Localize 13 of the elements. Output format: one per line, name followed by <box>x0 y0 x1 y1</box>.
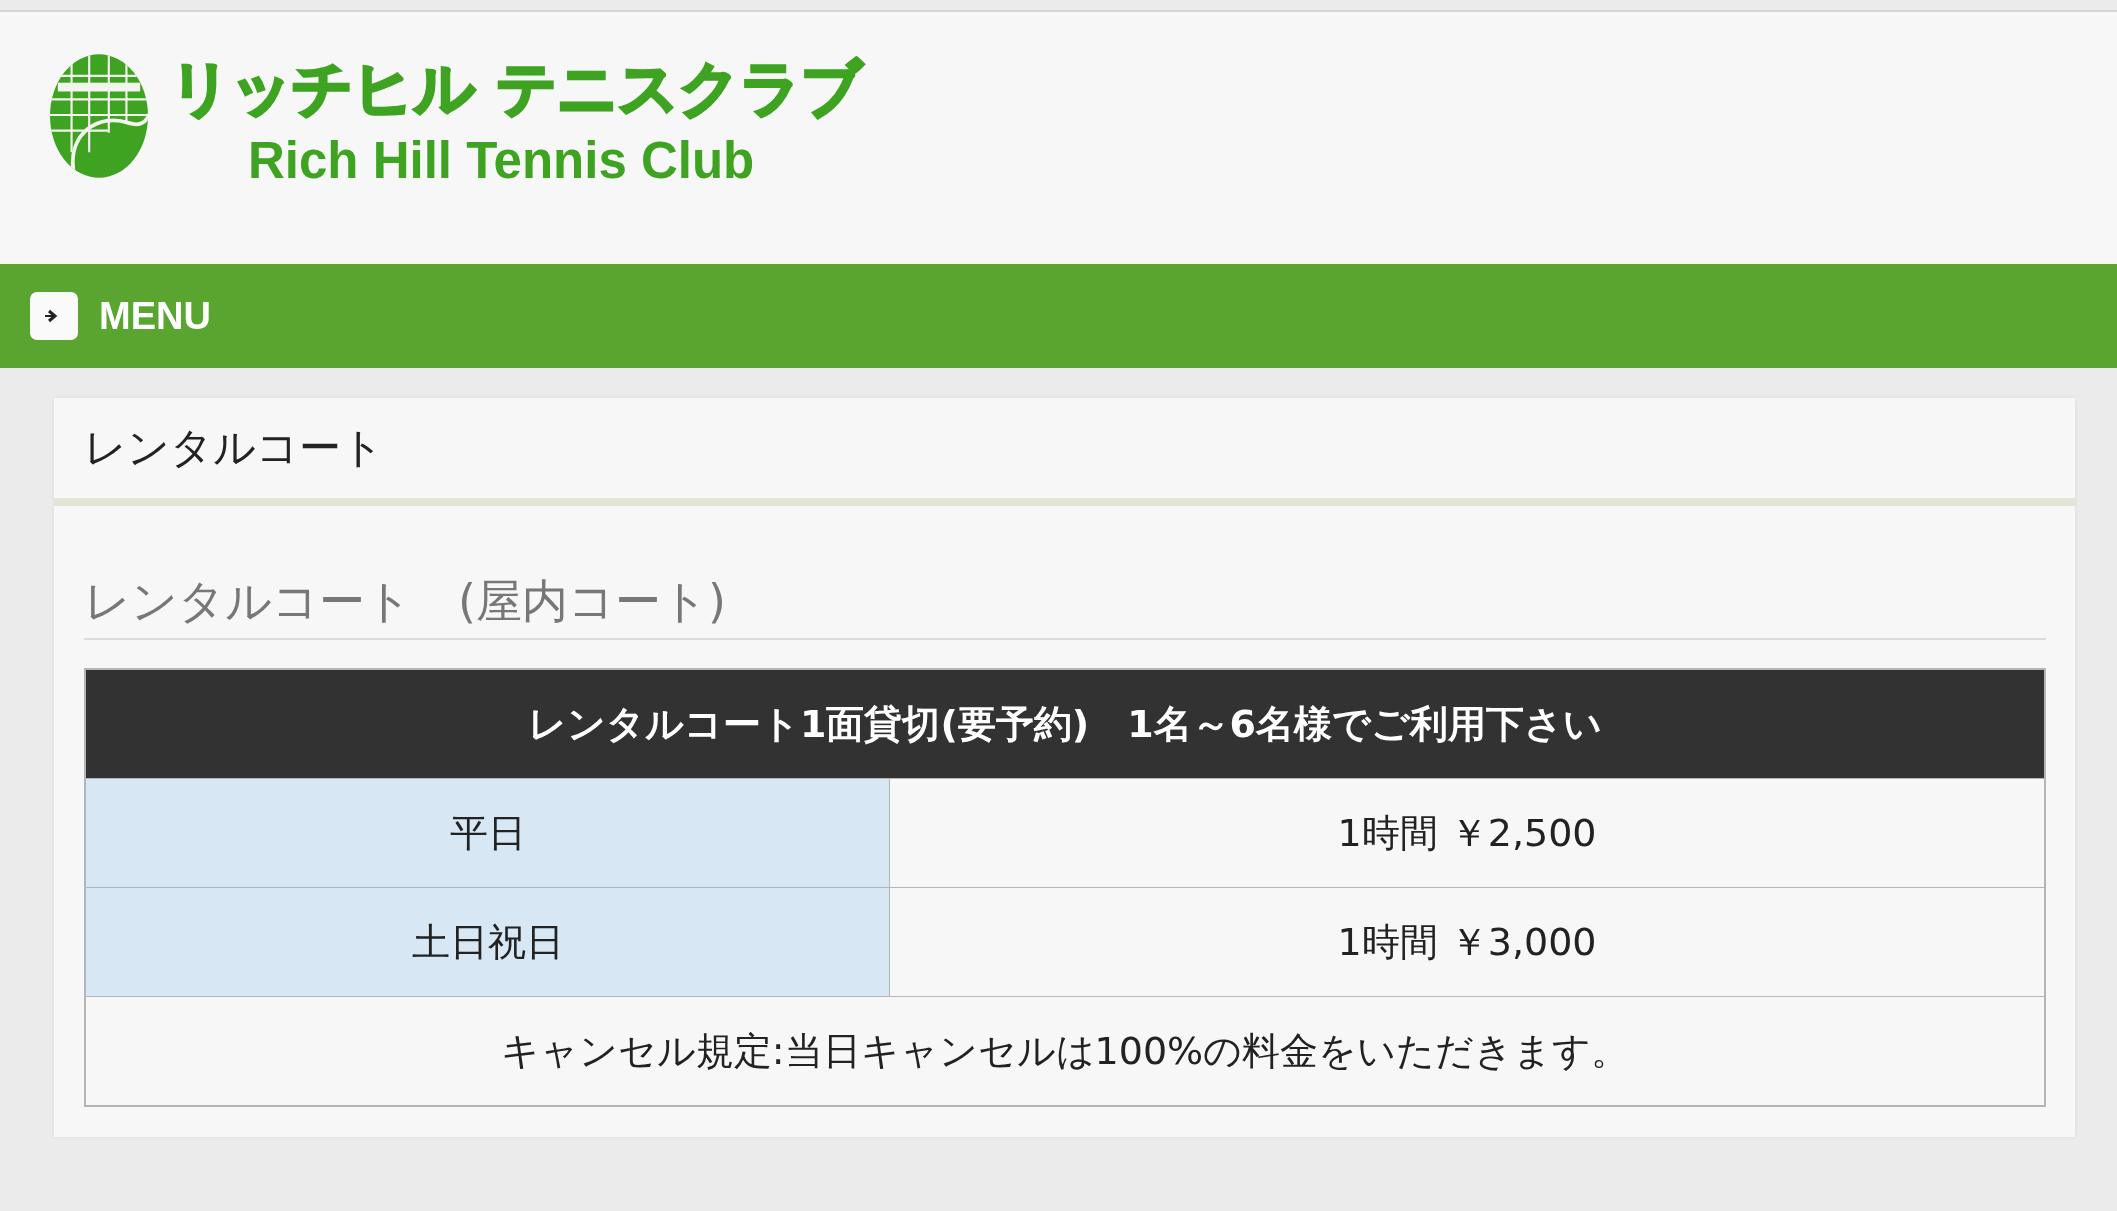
table-cell: キャンセル規定:当日キャンセルは100%の料金をいただきます。 <box>85 996 2045 1106</box>
menu-label: MENU <box>99 294 211 338</box>
logo-subtitle: Rich Hill Tennis Club <box>248 131 756 191</box>
table-cell: 土日祝日 <box>85 887 890 997</box>
logo-title: リッチヒル テニスクラブ <box>170 52 862 125</box>
section-heading: レンタルコート (屋内コート) <box>84 570 2046 640</box>
page-title: レンタルコート <box>84 422 384 474</box>
tennis-ball-emblem-icon <box>50 54 148 178</box>
table-cell: 1時間 ￥2,500 <box>889 778 2045 888</box>
table-cell: 平日 <box>85 778 890 888</box>
menu-button[interactable]: MENU <box>30 292 211 340</box>
table-cell: 1時間 ￥3,000 <box>889 887 2045 997</box>
table-header-cell: レンタルコート1面貸切(要予約) 1名～6名様でご利用下さい <box>85 669 2045 779</box>
